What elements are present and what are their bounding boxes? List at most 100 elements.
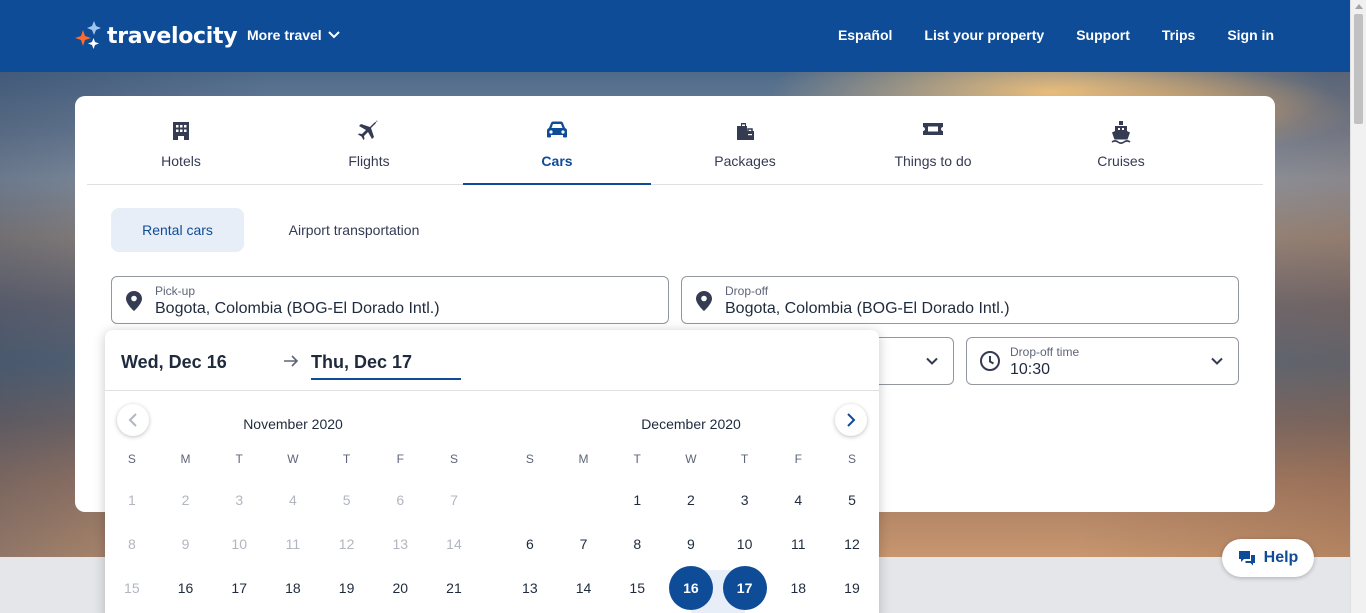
month-title: November 2020: [243, 416, 343, 432]
calendar-day-disabled: 1: [127, 492, 136, 508]
calendar-day-empty: [503, 490, 557, 510]
pickup-location-field[interactable]: Pick-up Bogota, Colombia (BOG-El Dorado …: [111, 276, 669, 324]
month-title: December 2020: [641, 416, 741, 432]
end-date[interactable]: Thu, Dec 17: [311, 352, 412, 373]
tab-label: Things to do: [894, 153, 972, 169]
calendar-day[interactable]: 17: [212, 578, 266, 598]
calendar-day-disabled: 12: [338, 536, 355, 552]
calendar-day[interactable]: 18: [771, 578, 825, 598]
calendar-day[interactable]: 13: [503, 578, 557, 598]
weekday: S: [525, 452, 534, 466]
nav-espanol[interactable]: Español: [838, 27, 892, 43]
logo-star-icon: [75, 20, 105, 52]
calendar-day-empty: [557, 490, 611, 510]
calendar-day[interactable]: 6: [503, 534, 557, 554]
calendar-day[interactable]: 7: [557, 534, 611, 554]
dropoff-time-value: 10:30: [1010, 361, 1051, 378]
month-december: December 2020 S M T W T F S 1 2 3 4 5 6 …: [503, 416, 879, 613]
subtab-airport-transportation[interactable]: Airport transportation: [265, 208, 443, 252]
weekday: W: [287, 452, 299, 466]
tab-label: Cruises: [1097, 153, 1145, 169]
nav-trips[interactable]: Trips: [1162, 27, 1195, 43]
calendar-day[interactable]: 10: [718, 534, 772, 554]
weekday: T: [235, 452, 243, 466]
calendar-day[interactable]: 18: [266, 578, 320, 598]
calendar-day-disabled: 14: [446, 536, 462, 552]
more-travel-label: More travel: [247, 27, 322, 43]
calendar-day[interactable]: 5: [825, 490, 879, 510]
help-button[interactable]: Help: [1222, 539, 1314, 577]
calendar-day[interactable]: 8: [610, 534, 664, 554]
calendar-day-disabled: 15: [124, 580, 140, 596]
start-date[interactable]: Wed, Dec 16: [121, 352, 227, 373]
month-november: November 2020 S M T W T F S 1 2 3 4 5 6 …: [105, 416, 481, 596]
calendar-day[interactable]: 4: [771, 490, 825, 510]
dropoff-time-label: Drop-off time: [1010, 345, 1080, 359]
page-scrollbar[interactable]: [1350, 0, 1366, 613]
calendar-day-selected-start[interactable]: 16: [664, 566, 718, 610]
subtab-rental-cars[interactable]: Rental cars: [111, 208, 244, 252]
calendar-day-disabled: 9: [181, 536, 190, 552]
calendar-week: 15 16 17 18 19 20 21: [105, 578, 481, 598]
tab-cars[interactable]: Cars: [463, 96, 651, 185]
header-nav: Español List your property Support Trips…: [838, 27, 1274, 43]
calendar-day[interactable]: 2: [664, 490, 718, 510]
calendar-day-disabled: 7: [450, 492, 458, 508]
date-picker: Wed, Dec 16 Thu, Dec 17 November 2020 S …: [105, 330, 879, 613]
calendar-week: 6 7 8 9 10 11 12: [503, 534, 879, 554]
calendar-week: 13 14 15 16 17 18 19: [503, 566, 879, 610]
tab-cruises[interactable]: Cruises: [1027, 96, 1215, 184]
calendar-day[interactable]: 9: [664, 534, 718, 554]
calendar-day-selected-end[interactable]: 17: [718, 566, 772, 610]
calendar-day-disabled: 10: [231, 536, 247, 552]
calendar-day[interactable]: 16: [159, 578, 213, 598]
site-header: travelocity More travel Español List you…: [0, 0, 1350, 72]
nav-list-your-property[interactable]: List your property: [924, 27, 1044, 43]
chevron-down-icon: [327, 31, 340, 39]
weekday: F: [794, 452, 802, 466]
weekday: S: [847, 452, 856, 466]
tab-label: Flights: [348, 153, 390, 169]
more-travel-menu[interactable]: More travel: [247, 27, 340, 43]
calendar-day[interactable]: 12: [825, 534, 879, 554]
calendar-week: 1 2 3 4 5: [503, 490, 879, 510]
end-date-underline: [311, 378, 461, 380]
hotel-icon: [173, 122, 189, 140]
calendar-day[interactable]: 3: [718, 490, 772, 510]
chat-bubble-icon: [1238, 551, 1255, 566]
calendar-day[interactable]: 11: [771, 534, 825, 554]
calendar-day[interactable]: 21: [427, 578, 481, 598]
scroll-up-icon[interactable]: [1355, 4, 1363, 9]
search-tabs: Hotels Flights Cars Packages Things to d…: [87, 96, 1263, 185]
dropoff-location-field[interactable]: Drop-off Bogota, Colombia (BOG-El Dorado…: [681, 276, 1239, 324]
weekday: F: [396, 452, 404, 466]
location-pin-icon: [126, 291, 142, 311]
ticket-icon: [923, 123, 943, 135]
calendar-day[interactable]: 19: [320, 578, 374, 598]
nav-support[interactable]: Support: [1076, 27, 1130, 43]
tab-hotels[interactable]: Hotels: [87, 96, 275, 184]
calendar-day[interactable]: 20: [373, 578, 427, 598]
calendar-week: 1 2 3 4 5 6 7: [105, 490, 481, 510]
nav-sign-in[interactable]: Sign in: [1227, 27, 1274, 43]
scroll-thumb[interactable]: [1354, 14, 1363, 124]
tab-flights[interactable]: Flights: [275, 96, 463, 184]
tab-label: Packages: [714, 153, 776, 169]
calendar-day[interactable]: 14: [557, 578, 611, 598]
calendar-day[interactable]: 15: [610, 578, 664, 598]
dropoff-label: Drop-off: [725, 284, 769, 298]
dropoff-time-select[interactable]: Drop-off time 10:30: [966, 337, 1239, 385]
tab-packages[interactable]: Packages: [651, 96, 839, 184]
pickup-value: Bogota, Colombia (BOG-El Dorado Intl.): [155, 300, 440, 317]
travelocity-logo[interactable]: travelocity: [75, 18, 238, 54]
tab-label: Cars: [541, 153, 573, 169]
weekday-header: S M T W T F S: [105, 452, 481, 466]
tab-things-to-do[interactable]: Things to do: [839, 96, 1027, 184]
weekday: T: [740, 452, 749, 466]
calendar-day-disabled: 3: [235, 492, 244, 508]
calendar-day[interactable]: 1: [610, 490, 664, 510]
clock-icon: [980, 351, 1000, 371]
calendar-day-disabled: 2: [181, 492, 190, 508]
calendar-day[interactable]: 19: [825, 578, 879, 598]
calendar-day-disabled: 13: [392, 536, 409, 552]
